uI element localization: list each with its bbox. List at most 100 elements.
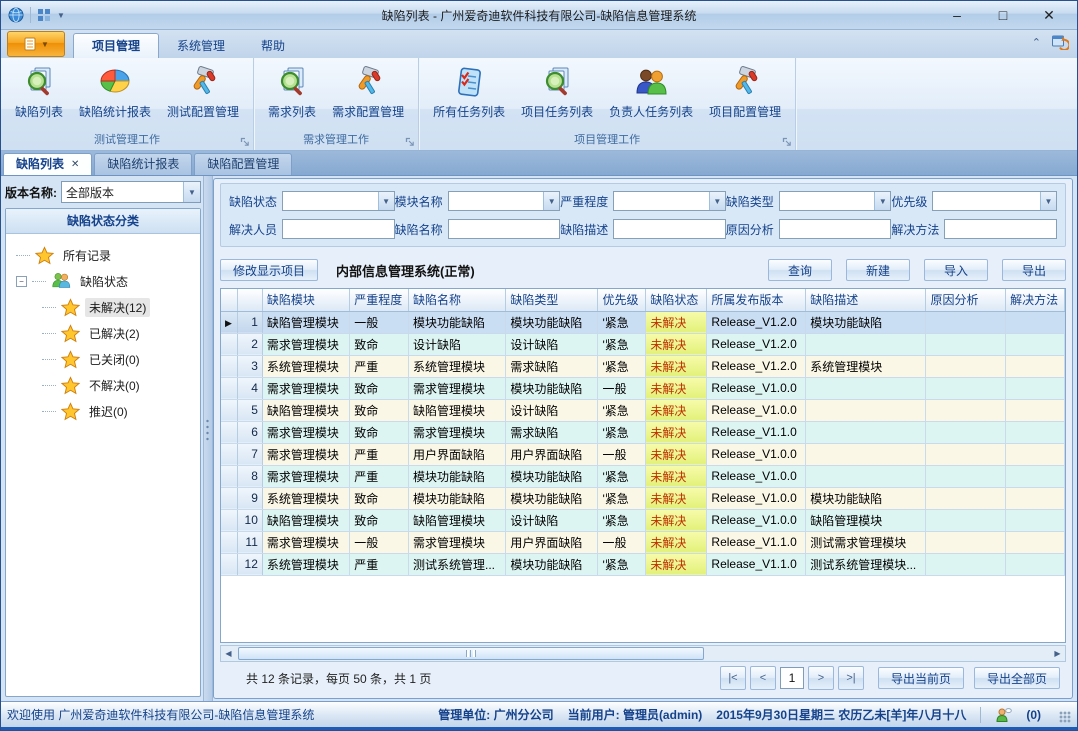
import-button[interactable]: 导入 bbox=[924, 259, 988, 281]
column-header-solution[interactable]: 解决方法 bbox=[1006, 289, 1065, 311]
chevron-down-icon[interactable]: ▼ bbox=[378, 192, 394, 210]
modify-display-items-button[interactable]: 修改显示项目 bbox=[220, 259, 318, 281]
test-config-mgmt-button[interactable]: 测试配置管理 bbox=[159, 62, 247, 124]
version-select[interactable]: 全部版本 ▼ bbox=[61, 181, 201, 203]
doc-tab-defect-config-mgmt[interactable]: 缺陷配置管理 bbox=[194, 153, 292, 175]
ribbon-tab-help[interactable]: 帮助 bbox=[243, 34, 303, 58]
filter-field-defect-name: 缺陷名称 bbox=[395, 219, 561, 239]
table-row[interactable]: 3系统管理模块严重系统管理模块需求缺陷'紧急未解决Release_V1.2.0系… bbox=[221, 355, 1065, 377]
table-row[interactable]: 6需求管理模块致命需求管理模块需求缺陷'紧急未解决Release_V1.1.0 bbox=[221, 421, 1065, 443]
table-row[interactable]: ▶1缺陷管理模块一般模块功能缺陷模块功能缺陷'紧急未解决Release_V1.2… bbox=[221, 311, 1065, 333]
table-row[interactable]: 10缺陷管理模块致命缺陷管理模块设计缺陷'紧急未解决Release_V1.0.0… bbox=[221, 509, 1065, 531]
column-header-priority[interactable]: 优先级 bbox=[598, 289, 646, 311]
last-page-button[interactable]: >| bbox=[838, 666, 864, 690]
online-user-icon[interactable] bbox=[995, 707, 1012, 723]
scrollbar-thumb[interactable] bbox=[238, 647, 704, 660]
table-row[interactable]: 7需求管理模块严重用户界面缺陷用户界面缺陷一般未解决Release_V1.0.0 bbox=[221, 443, 1065, 465]
cell-name: 模块功能缺陷 bbox=[409, 311, 506, 333]
defect-desc-input[interactable] bbox=[613, 219, 726, 239]
close-button[interactable]: ✕ bbox=[1033, 5, 1065, 25]
column-header-severity[interactable]: 严重程度 bbox=[350, 289, 409, 311]
tree-item-unresolved[interactable]: 未解决(12) bbox=[42, 294, 196, 320]
chevron-down-icon[interactable]: ▼ bbox=[874, 192, 890, 210]
defect-name-input[interactable] bbox=[448, 219, 561, 239]
table-row[interactable]: 11需求管理模块一般需求管理模块用户界面缺陷一般未解决Release_V1.1.… bbox=[221, 531, 1065, 553]
refresh-window-icon[interactable] bbox=[1051, 34, 1069, 50]
tree-expander-icon[interactable]: − bbox=[16, 276, 27, 287]
new-button[interactable]: 新建 bbox=[846, 259, 910, 281]
table-row[interactable]: 4需求管理模块致命需求管理模块模块功能缺陷一般未解决Release_V1.0.0 bbox=[221, 377, 1065, 399]
export-current-page-button[interactable]: 导出当前页 bbox=[878, 667, 964, 689]
project-task-list-button[interactable]: 项目任务列表 bbox=[513, 62, 601, 124]
dialog-launcher-icon[interactable] bbox=[240, 137, 250, 147]
chevron-down-icon[interactable]: ▼ bbox=[57, 11, 65, 20]
dialog-launcher-icon[interactable] bbox=[405, 137, 415, 147]
pie-chart-icon bbox=[98, 66, 132, 100]
priority-select[interactable]: ▼ bbox=[932, 191, 1057, 211]
tab-close-icon[interactable]: ✕ bbox=[71, 154, 79, 175]
page-number-input[interactable]: 1 bbox=[780, 667, 804, 689]
chevron-down-icon[interactable]: ▼ bbox=[1040, 192, 1056, 210]
column-header-name[interactable]: 缺陷名称 bbox=[409, 289, 506, 311]
tree-item-defect-status[interactable]: −缺陷状态 bbox=[16, 268, 196, 294]
query-button[interactable]: 查询 bbox=[768, 259, 832, 281]
app-globe-icon[interactable] bbox=[8, 7, 24, 23]
scroll-left-icon[interactable]: ◀ bbox=[221, 646, 236, 661]
cell-version: Release_V1.0.0 bbox=[707, 443, 806, 465]
defect-list-button[interactable]: 缺陷列表 bbox=[7, 62, 71, 124]
tree-item-closed[interactable]: 已关闭(0) bbox=[42, 346, 196, 372]
owner-task-list-button[interactable]: 负责人任务列表 bbox=[601, 62, 701, 124]
export-button[interactable]: 导出 bbox=[1002, 259, 1066, 281]
column-header-analysis[interactable]: 原因分析 bbox=[926, 289, 1006, 311]
ribbon-group-label: 测试管理工作 bbox=[1, 132, 253, 149]
project-config-mgmt-button[interactable]: 项目配置管理 bbox=[701, 62, 789, 124]
column-header-type[interactable]: 缺陷类型 bbox=[506, 289, 598, 311]
chevron-down-icon[interactable]: ▼ bbox=[543, 192, 559, 210]
app-menu-button[interactable]: ▼ bbox=[7, 31, 65, 57]
chevron-down-icon[interactable]: ▼ bbox=[709, 192, 725, 210]
sidebar-splitter[interactable] bbox=[203, 176, 213, 701]
requirement-list-button[interactable]: 需求列表 bbox=[260, 62, 324, 124]
first-page-button[interactable]: |< bbox=[720, 666, 746, 690]
ribbon-tab-system-management[interactable]: 系统管理 bbox=[159, 34, 243, 58]
doc-tab-defect-list[interactable]: 缺陷列表✕ bbox=[3, 153, 92, 175]
column-header-desc[interactable]: 缺陷描述 bbox=[806, 289, 926, 311]
next-page-button[interactable]: > bbox=[808, 666, 834, 690]
tree-item-all-records[interactable]: 所有记录 bbox=[16, 242, 196, 268]
horizontal-scrollbar[interactable]: ◀ ▶ bbox=[220, 645, 1066, 662]
layout-grid-icon[interactable] bbox=[37, 8, 51, 22]
dialog-launcher-icon[interactable] bbox=[782, 137, 792, 147]
prev-page-button[interactable]: < bbox=[750, 666, 776, 690]
table-row[interactable]: 8需求管理模块严重模块功能缺陷模块功能缺陷'紧急未解决Release_V1.0.… bbox=[221, 465, 1065, 487]
defect-status-select[interactable]: ▼ bbox=[282, 191, 395, 211]
export-all-pages-button[interactable]: 导出全部页 bbox=[974, 667, 1060, 689]
tree-item-postponed[interactable]: 推迟(0) bbox=[42, 398, 196, 424]
column-header-module[interactable]: 缺陷模块 bbox=[262, 289, 349, 311]
maximize-button[interactable]: □ bbox=[987, 5, 1019, 25]
defect-type-select[interactable]: ▼ bbox=[779, 191, 892, 211]
tree-item-wont-fix[interactable]: 不解决(0) bbox=[42, 372, 196, 398]
ribbon-tab-project-management[interactable]: 项目管理 bbox=[73, 33, 159, 58]
table-row[interactable]: 5缺陷管理模块致命缺陷管理模块设计缺陷'紧急未解决Release_V1.0.0 bbox=[221, 399, 1065, 421]
defect-stats-report-button[interactable]: 缺陷统计报表 bbox=[71, 62, 159, 124]
tree-item-resolved[interactable]: 已解决(2) bbox=[42, 320, 196, 346]
requirement-config-mgmt-button[interactable]: 需求配置管理 bbox=[324, 62, 412, 124]
ribbon-collapse-icon[interactable]: ⌃ bbox=[1032, 36, 1041, 49]
chevron-down-icon[interactable]: ▼ bbox=[183, 182, 200, 202]
tree-connector bbox=[42, 359, 56, 360]
resolver-input[interactable] bbox=[282, 219, 395, 239]
table-row[interactable]: 9系统管理模块致命模块功能缺陷模块功能缺陷'紧急未解决Release_V1.0.… bbox=[221, 487, 1065, 509]
solution-input[interactable] bbox=[944, 219, 1057, 239]
scroll-right-icon[interactable]: ▶ bbox=[1050, 646, 1065, 661]
cause-analysis-input[interactable] bbox=[779, 219, 892, 239]
severity-select[interactable]: ▼ bbox=[613, 191, 726, 211]
table-row[interactable]: 2需求管理模块致命设计缺陷设计缺陷'紧急未解决Release_V1.2.0 bbox=[221, 333, 1065, 355]
resize-grip-icon[interactable] bbox=[1059, 711, 1071, 723]
all-task-list-button[interactable]: 所有任务列表 bbox=[425, 62, 513, 124]
module-name-select[interactable]: ▼ bbox=[448, 191, 561, 211]
column-header-version[interactable]: 所属发布版本 bbox=[707, 289, 806, 311]
column-header-status[interactable]: 缺陷状态 bbox=[646, 289, 707, 311]
minimize-button[interactable]: – bbox=[941, 5, 973, 25]
table-row[interactable]: 12系统管理模块严重测试系统管理...模块功能缺陷'紧急未解决Release_V… bbox=[221, 553, 1065, 575]
doc-tab-defect-stats-report[interactable]: 缺陷统计报表 bbox=[94, 153, 192, 175]
